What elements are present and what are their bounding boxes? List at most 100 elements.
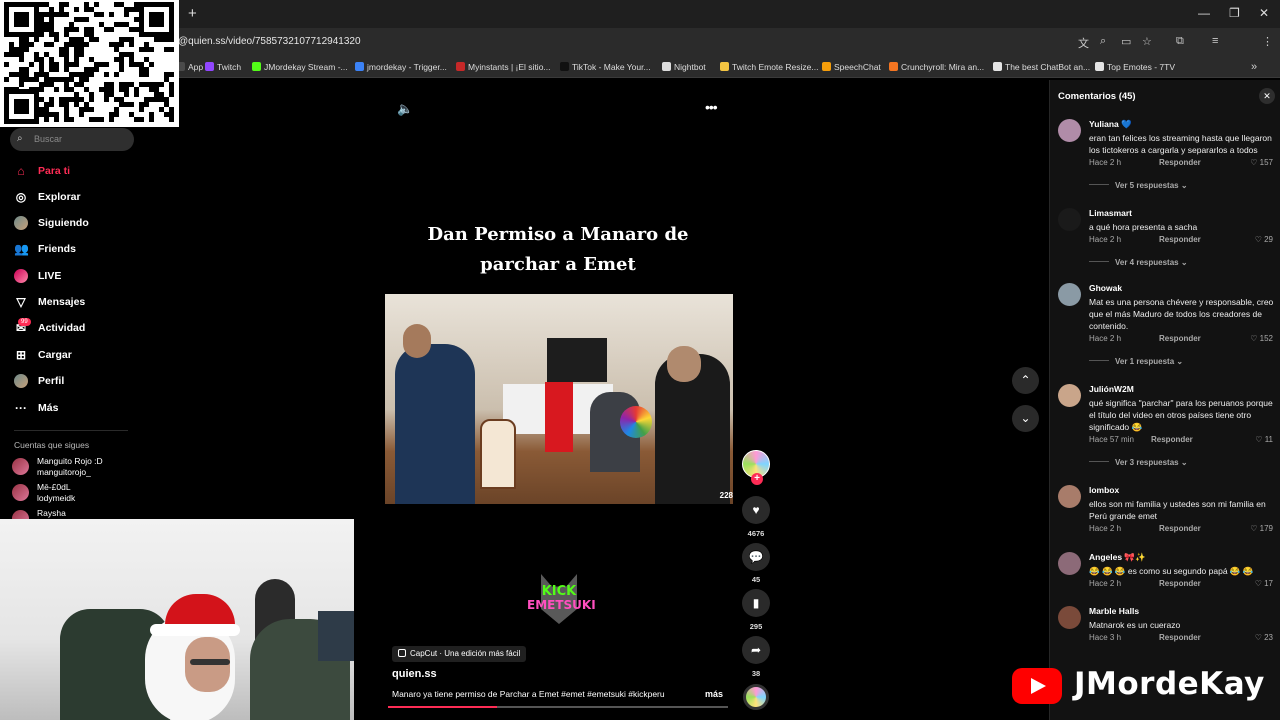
comment-text: eran tan felices los streaming hasta que… bbox=[1089, 133, 1272, 155]
comment-button[interactable]: 💬 bbox=[742, 543, 770, 571]
avatar bbox=[12, 484, 29, 501]
avatar[interactable] bbox=[1058, 552, 1081, 575]
comment-username[interactable]: Marble Halls bbox=[1089, 606, 1139, 616]
following-name: Manguito Rojo :D bbox=[37, 456, 103, 466]
search-input[interactable]: ⌕ Buscar bbox=[10, 128, 134, 151]
following-header: Cuentas que sigues bbox=[14, 440, 90, 450]
reply-button[interactable]: Responder bbox=[1159, 235, 1201, 244]
bookmarks-overflow-icon[interactable]: » bbox=[1251, 61, 1257, 73]
bookmark-icon: ▮ bbox=[752, 596, 760, 610]
bookmark-item[interactable]: App bbox=[176, 62, 203, 72]
bookmark-item[interactable]: JMordekay Stream -... bbox=[252, 62, 348, 72]
chevron-down-icon: ⌄ bbox=[1180, 181, 1188, 190]
avatar[interactable] bbox=[1058, 384, 1081, 407]
save-button[interactable]: ▮ bbox=[742, 589, 770, 617]
reply-button[interactable]: Responder bbox=[1159, 633, 1201, 642]
comment-like-button[interactable]: ♡ 179 bbox=[1250, 524, 1273, 533]
comment-like-button[interactable]: ♡ 23 bbox=[1255, 633, 1273, 642]
follow-plus-icon[interactable]: + bbox=[751, 473, 763, 485]
view-replies-button[interactable]: Ver 3 respuestas ⌄ bbox=[1089, 458, 1188, 467]
bookmark-item[interactable]: SpeechChat bbox=[822, 62, 881, 72]
more-description-button[interactable]: más bbox=[705, 689, 723, 699]
view-replies-button[interactable]: Ver 5 respuestas ⌄ bbox=[1089, 181, 1188, 190]
video-author[interactable]: quien.ss bbox=[392, 668, 437, 680]
bookmark-favicon-icon bbox=[560, 62, 569, 71]
comment-icon: 💬 bbox=[748, 550, 764, 564]
like-button[interactable]: ♥ bbox=[742, 496, 770, 524]
cast-icon[interactable]: ▭ bbox=[1121, 35, 1131, 48]
bookmark-favicon-icon bbox=[1095, 62, 1104, 71]
avatar[interactable] bbox=[1058, 208, 1081, 231]
view-replies-button[interactable]: Ver 4 respuestas ⌄ bbox=[1089, 258, 1188, 267]
comment-text: qué significa "parchar" para los peruano… bbox=[1089, 398, 1273, 432]
comment-username[interactable]: Ghowak bbox=[1089, 283, 1122, 293]
stream-brand: JMordeKay bbox=[1012, 664, 1274, 708]
reply-button[interactable]: Responder bbox=[1159, 158, 1201, 167]
comment-username[interactable]: lombox bbox=[1089, 485, 1119, 495]
reply-button[interactable]: Responder bbox=[1159, 524, 1201, 533]
avatar[interactable] bbox=[1058, 119, 1081, 142]
bookmark-item[interactable]: Top Emotes - 7TV bbox=[1095, 62, 1175, 72]
heart-outline-icon: ♡ bbox=[1254, 235, 1262, 244]
extensions-icon[interactable]: ⧉ bbox=[1176, 35, 1184, 48]
close-comments-button[interactable]: ✕ bbox=[1259, 88, 1275, 104]
new-tab-button[interactable]: + bbox=[188, 5, 197, 22]
restore-icon[interactable]: ❐ bbox=[1229, 6, 1240, 20]
comment-like-button[interactable]: ♡ 152 bbox=[1250, 334, 1273, 343]
more-options-icon[interactable]: ••• bbox=[705, 99, 718, 115]
avatar[interactable] bbox=[1058, 283, 1081, 306]
share-button[interactable]: ➦ bbox=[742, 636, 770, 664]
translate-icon[interactable]: 文 bbox=[1078, 35, 1089, 51]
comment-like-button[interactable]: ♡ 157 bbox=[1250, 158, 1273, 167]
capcut-tag[interactable]: CapCut · Una edición más fácil bbox=[392, 646, 527, 662]
bookmark-item[interactable]: Twitch Emote Resize... bbox=[720, 62, 818, 72]
close-window-icon[interactable]: ✕ bbox=[1259, 6, 1269, 20]
bookmark-item[interactable]: The best ChatBot an... bbox=[993, 62, 1090, 72]
previous-video-button[interactable]: ⌃ bbox=[1012, 367, 1039, 394]
bookmark-star-icon[interactable]: ☆ bbox=[1142, 35, 1152, 48]
bookmark-item[interactable]: Crunchyroll: Mira an... bbox=[889, 62, 984, 72]
comment-count: 45 bbox=[751, 575, 761, 584]
comment-time: Hace 3 h bbox=[1089, 633, 1122, 642]
video-frame[interactable]: 228 bbox=[385, 294, 733, 504]
bookmark-item[interactable]: Nightbot bbox=[662, 62, 706, 72]
next-video-button[interactable]: ⌄ bbox=[1012, 405, 1039, 432]
comment-username[interactable]: Limasmart bbox=[1089, 208, 1132, 218]
comment-username[interactable]: Angeles 🎀✨ bbox=[1089, 552, 1146, 563]
comment-time: Hace 2 h bbox=[1089, 334, 1122, 343]
bookmark-favicon-icon bbox=[993, 62, 1002, 71]
comment-like-button[interactable]: ♡ 29 bbox=[1255, 235, 1273, 244]
bookmark-item[interactable]: jmordekay - Trigger... bbox=[355, 62, 447, 72]
media-icon[interactable]: ≡ bbox=[1212, 35, 1218, 47]
reply-button[interactable]: Responder bbox=[1159, 334, 1201, 343]
bookmark-item[interactable]: Myinstants | ¡El sitio... bbox=[456, 62, 551, 72]
comment-username[interactable]: Yuliana 💙 bbox=[1089, 119, 1132, 130]
bookmark-item[interactable]: Twitch bbox=[205, 62, 241, 72]
avatar[interactable] bbox=[1058, 606, 1081, 629]
volume-icon[interactable]: 🔈 bbox=[397, 101, 413, 117]
comment-like-button[interactable]: ♡ 17 bbox=[1255, 579, 1273, 588]
comment-like-button[interactable]: ♡ 11 bbox=[1255, 435, 1273, 444]
bookmark-favicon-icon bbox=[889, 62, 898, 71]
reply-button[interactable]: Responder bbox=[1151, 435, 1193, 444]
video-progress-bar[interactable] bbox=[388, 706, 728, 708]
friends-icon: 👥 bbox=[14, 242, 29, 256]
reply-button[interactable]: Responder bbox=[1159, 579, 1201, 588]
avatar[interactable] bbox=[1058, 485, 1081, 508]
address-bar[interactable]: @quien.ss/video/7585732107712941320 bbox=[178, 36, 361, 47]
minimize-icon[interactable]: — bbox=[1198, 6, 1210, 20]
save-count: 295 bbox=[749, 622, 763, 631]
heart-outline-icon: ♡ bbox=[1250, 524, 1258, 533]
more-icon: ··· bbox=[15, 401, 27, 415]
search-placeholder: Buscar bbox=[34, 134, 63, 144]
view-replies-button[interactable]: Ver 1 respuesta ⌄ bbox=[1089, 357, 1183, 366]
music-disc[interactable] bbox=[743, 684, 769, 710]
kebab-menu-icon[interactable]: ⋮ bbox=[1262, 35, 1273, 48]
webcam-overlay bbox=[0, 519, 354, 720]
comment-time: Hace 2 h bbox=[1089, 158, 1122, 167]
address-bar-row: @quien.ss/video/7585732107712941320 文 ⌕ … bbox=[0, 28, 1280, 76]
zoom-icon[interactable]: ⌕ bbox=[1100, 35, 1106, 48]
comment-username[interactable]: JuliónW2M bbox=[1089, 384, 1134, 394]
bookmark-favicon-icon bbox=[456, 62, 465, 71]
bookmark-item[interactable]: TikTok - Make Your... bbox=[560, 62, 651, 72]
